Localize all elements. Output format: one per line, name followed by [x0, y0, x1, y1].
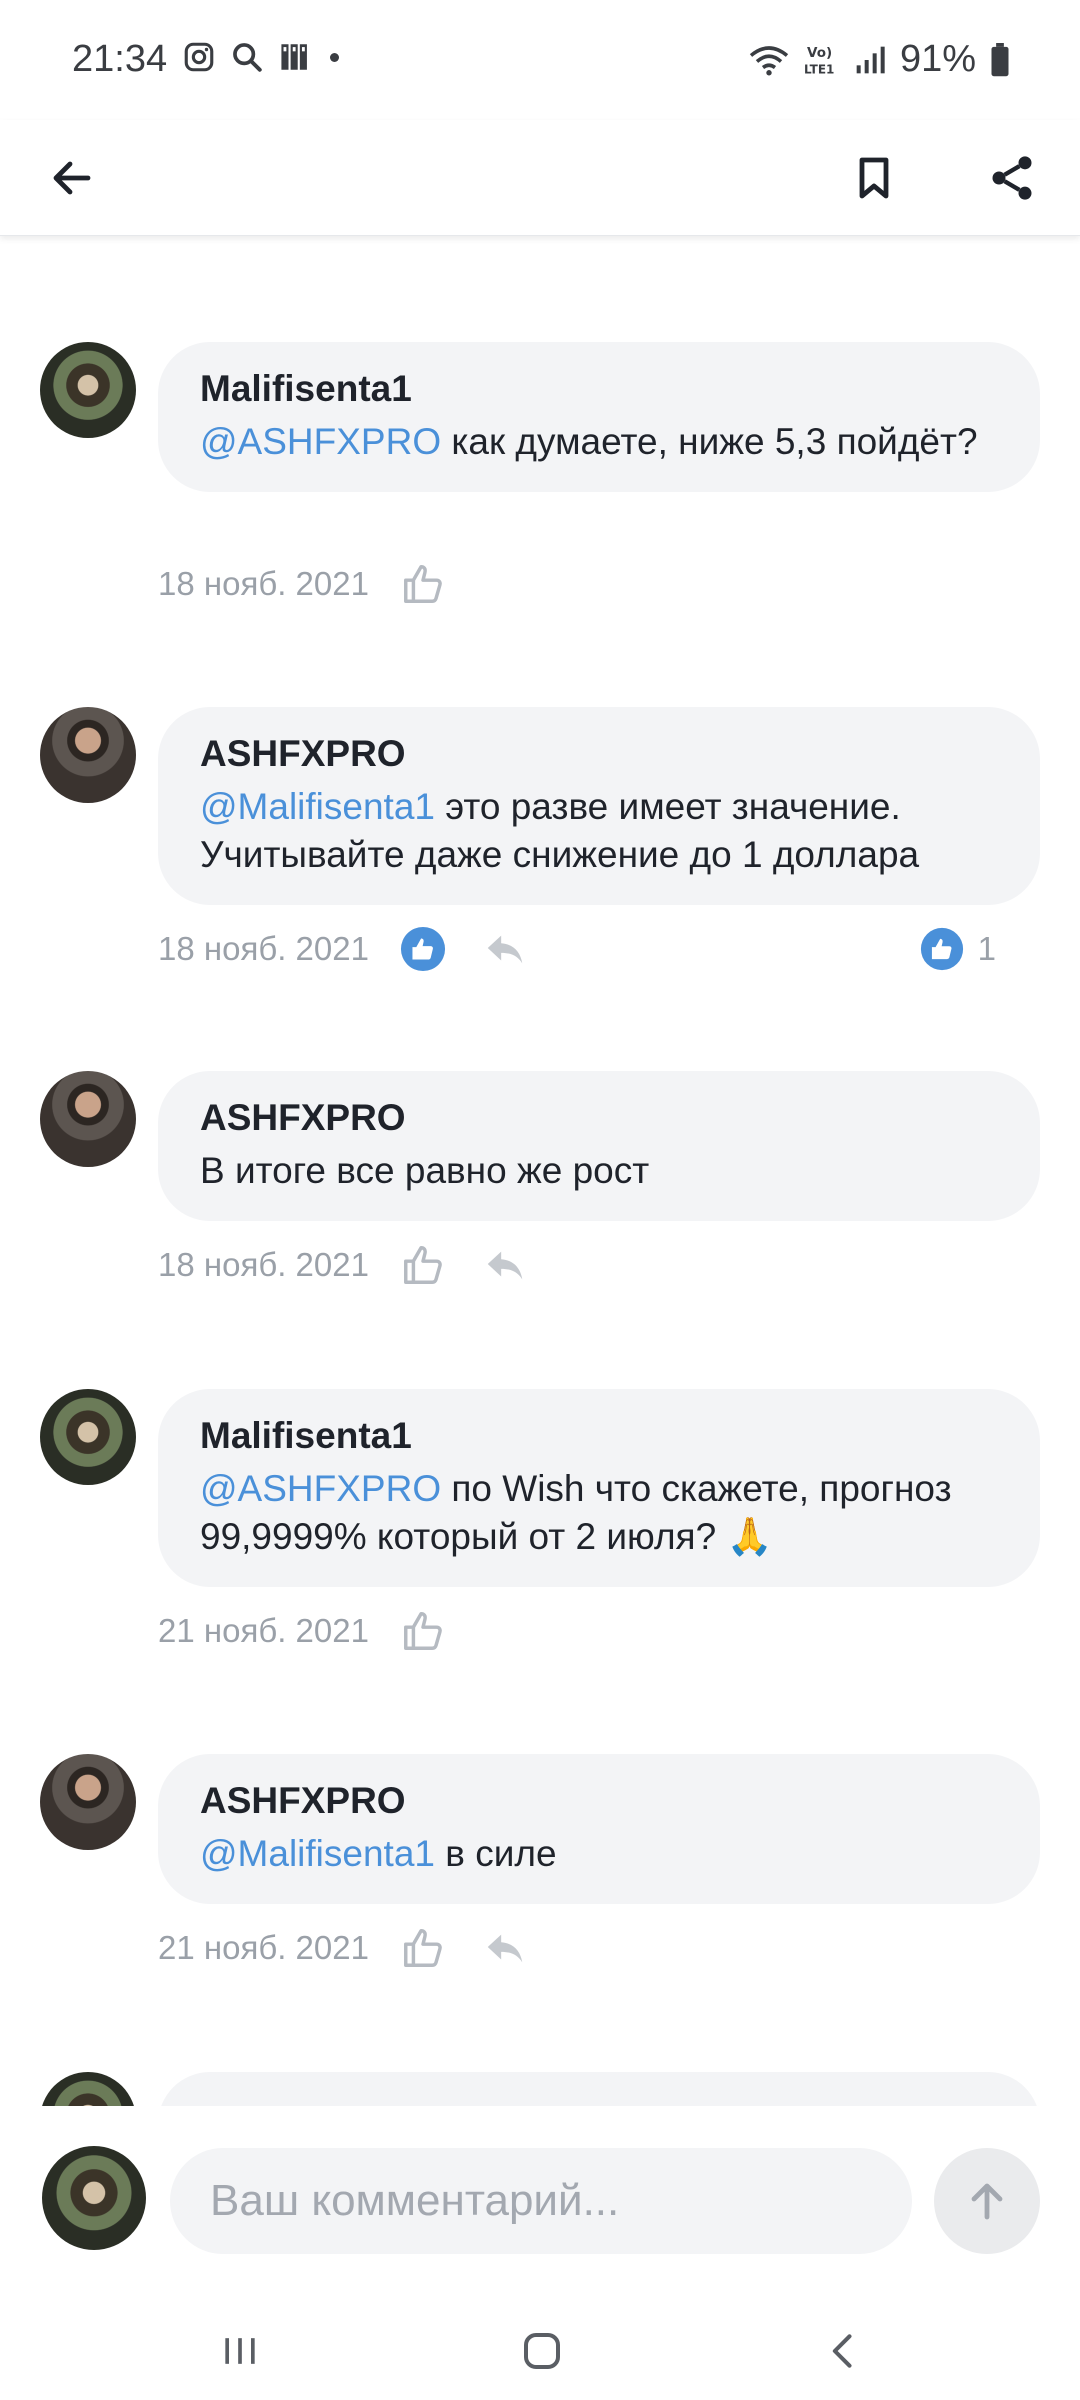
comment-text: @Malifisenta1 это разве имеет значение. … [200, 783, 998, 879]
avatar[interactable] [40, 707, 136, 803]
comment-bubble: ASHFXPRO @Malifisenta1 это разве имеет з… [158, 707, 1040, 905]
share-icon [992, 156, 1032, 200]
share-button[interactable] [962, 120, 1062, 236]
avatar[interactable] [40, 1754, 136, 1850]
wifi-icon [749, 45, 789, 75]
reply-button[interactable] [477, 921, 533, 977]
comment-bubble: Malifisenta1 @ASHFXPRO по Wish что скаже… [158, 1389, 1040, 1587]
thumbs-up-icon [404, 565, 442, 603]
status-system-icons: Vo) LTE1 91% [748, 38, 1010, 81]
app-header [0, 120, 1080, 236]
comment-author[interactable]: ASHFXPRO [200, 1780, 998, 1822]
send-button[interactable] [934, 2148, 1040, 2254]
comment-body: в силе [435, 1833, 557, 1874]
reply-button[interactable] [477, 1237, 533, 1293]
search-icon [233, 43, 262, 72]
arrow-up-icon [971, 2183, 1003, 2220]
back-icon [832, 2334, 852, 2368]
system-nav-bar [0, 2300, 1080, 2400]
comment-author[interactable]: Malifisenta1 [200, 1415, 998, 1457]
comment-author[interactable]: ASHFXPRO [200, 733, 998, 775]
thumbs-up-filled-icon [920, 927, 963, 971]
comment-meta: 21 нояб. 2021 [158, 1601, 477, 1661]
comment-mention[interactable]: @ASHFXPRO [200, 1468, 441, 1509]
like-button[interactable] [395, 556, 451, 612]
thumbs-up-filled-icon [400, 926, 446, 972]
avatar[interactable] [40, 2072, 136, 2106]
comment-text: @ASHFXPRO по Wish что скажете, прогноз 9… [200, 1465, 998, 1561]
comment-bubble: ASHFXPRO В итоге все равно же рост [158, 1071, 1040, 1221]
like-button-active[interactable] [395, 921, 451, 977]
comment-date: 21 нояб. 2021 [158, 1612, 369, 1649]
comment-body: В итоге все равно же рост [200, 1150, 650, 1191]
avatar[interactable] [40, 1071, 136, 1167]
like-count: 1 [920, 919, 996, 979]
like-button[interactable] [395, 1920, 451, 1976]
instagram-icon [184, 42, 214, 72]
comment-date: 18 нояб. 2021 [158, 930, 369, 967]
comment-date: 18 нояб. 2021 [158, 1246, 369, 1283]
signal-icon [856, 46, 885, 73]
reply-button[interactable] [477, 1920, 533, 1976]
reply-icon [487, 1251, 523, 1280]
comment-mention[interactable]: @Malifisenta1 [200, 1833, 435, 1874]
bookmark-button[interactable] [824, 120, 924, 236]
comment-meta: 18 нояб. 2021 [158, 1235, 559, 1295]
comment-text: @ASHFXPRO как думаете, ниже 5,3 пойдёт? [200, 418, 998, 466]
thumbs-up-icon [404, 1246, 442, 1284]
like-count-value: 1 [977, 930, 996, 967]
svg-text:LTE1: LTE1 [804, 62, 834, 76]
reply-icon [487, 1934, 523, 1963]
thumbs-up-icon [404, 1929, 442, 1967]
avatar[interactable] [40, 1389, 136, 1485]
volte-icon: Vo)LTE1 [804, 45, 834, 77]
more-notifications-dot [330, 52, 339, 62]
comment-date: 18 нояб. 2021 [158, 565, 369, 602]
comment-mention[interactable]: @Malifisenta1 [200, 786, 435, 827]
recent-apps-button[interactable] [190, 2316, 290, 2386]
nav-back-button[interactable] [794, 2316, 894, 2386]
comment-meta: 21 нояб. 2021 [158, 1918, 559, 1978]
comment-bubble: Malifisenta1 @ASHFXPRO как думаете, ниже… [158, 342, 1040, 492]
comment-mention[interactable]: @ASHFXPRO [200, 421, 441, 462]
comment-bubble: ASHFXPRO @Malifisenta1 в силе [158, 1754, 1040, 1904]
status-time: 21:34 [72, 38, 168, 80]
comment-meta: 18 нояб. 2021 [158, 554, 477, 614]
back-arrow-icon [53, 161, 91, 195]
comment-author[interactable]: Malifisenta1 [200, 368, 998, 410]
back-button[interactable] [22, 120, 122, 236]
battery-icon [991, 42, 1009, 76]
current-user-avatar [42, 2146, 146, 2250]
library-icon [281, 44, 307, 70]
comment-text: @Malifisenta1 в силе [200, 1830, 998, 1878]
comment-text: В итоге все равно же рост [200, 1147, 998, 1195]
like-button[interactable] [395, 1603, 451, 1659]
comment-body: как думаете, ниже 5,3 пойдёт? [441, 421, 978, 462]
bookmark-icon [859, 157, 889, 199]
like-button[interactable] [395, 1237, 451, 1293]
comment-date: 21 нояб. 2021 [158, 1929, 369, 1966]
comment-bubble [158, 2072, 1040, 2106]
home-button[interactable] [492, 2316, 592, 2386]
status-bar: 21:34 Vo) LTE1 91% [0, 0, 1080, 120]
svg-text:Vo): Vo) [807, 45, 832, 61]
comment-composer [0, 2106, 1080, 2300]
home-icon [524, 2333, 560, 2369]
thumbs-up-icon [404, 1612, 442, 1650]
comments-feed[interactable]: Malifisenta1 @ASHFXPRO как думаете, ниже… [0, 236, 1080, 2106]
battery-percent: 91% [899, 38, 976, 80]
recent-apps-icon [225, 2338, 255, 2364]
avatar[interactable] [40, 342, 136, 438]
comment-input[interactable] [170, 2148, 912, 2254]
comment-meta: 18 нояб. 2021 [158, 919, 559, 979]
comment-author[interactable]: ASHFXPRO [200, 1097, 998, 1139]
status-notification-icons [182, 40, 339, 74]
reply-icon [487, 935, 523, 964]
